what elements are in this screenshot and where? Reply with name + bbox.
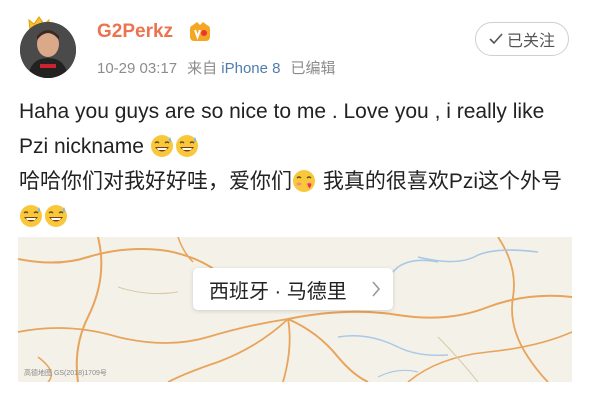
post-meta: 10-29 03:17 来自 iPhone 8 已编辑 xyxy=(97,57,336,78)
map-credit: 高德地图 GS(2018)1709号 xyxy=(24,370,107,377)
location-map[interactable]: 西班牙 · 马德里 高德地图 GS(2018)1709号 xyxy=(18,237,572,382)
post-line-english: Haha you guys are so nice to me . Love y… xyxy=(19,94,575,164)
post-line-chinese: 哈哈你们对我好好哇，爱你们 我真的很喜欢Pzi这个外号 xyxy=(19,164,575,234)
love-emoji-icon xyxy=(293,170,315,192)
device-link[interactable]: iPhone 8 xyxy=(221,60,280,77)
avatar-container[interactable] xyxy=(18,16,78,78)
post-chinese-text-1: 哈哈你们对我好好哇，爱你们 xyxy=(19,170,292,193)
location-pill[interactable]: 西班牙 · 马德里 xyxy=(193,268,393,310)
username[interactable]: G2Perkz xyxy=(97,21,173,43)
vip-badge-icon[interactable] xyxy=(189,22,211,42)
check-icon xyxy=(489,33,503,45)
post-text: Haha you guys are so nice to me . Love y… xyxy=(19,94,575,234)
laughing-sweat-emoji-icon xyxy=(20,205,42,227)
laughing-sweat-emoji-icon xyxy=(150,135,173,157)
post-english-text: Haha you guys are so nice to me . Love y… xyxy=(19,100,545,158)
laughing-sweat-emoji-icon xyxy=(45,205,67,227)
location-label: 西班牙 · 马德里 xyxy=(209,280,347,303)
source-prefix: 来自 xyxy=(187,60,218,77)
follow-label: 已关注 xyxy=(506,33,555,50)
avatar[interactable] xyxy=(20,22,76,78)
follow-button[interactable]: 已关注 xyxy=(475,22,569,56)
post-chinese-text-2: 我真的很喜欢Pzi这个外号 xyxy=(317,170,563,193)
laughing-sweat-emoji-icon xyxy=(175,135,198,157)
post-time[interactable]: 10-29 03:17 xyxy=(97,60,177,77)
edited-label[interactable]: 已编辑 xyxy=(290,60,335,77)
chevron-right-icon xyxy=(372,281,381,297)
